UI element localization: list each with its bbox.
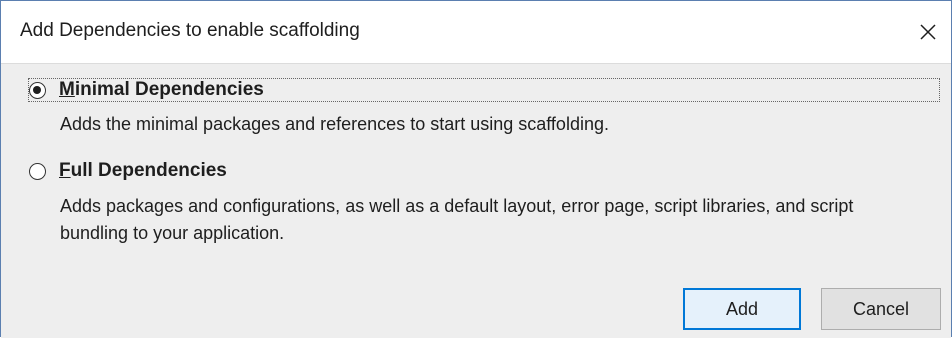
minimal-dependencies-radio[interactable]	[29, 81, 46, 99]
title-bar: Add Dependencies to enable scaffolding	[1, 1, 951, 63]
cancel-button[interactable]: Cancel	[821, 288, 941, 330]
full-dependencies-radio[interactable]	[29, 162, 46, 180]
minimal-dependencies-label[interactable]: Minimal Dependencies	[59, 79, 264, 101]
close-button[interactable]	[911, 15, 945, 49]
add-button[interactable]: Add	[683, 288, 801, 330]
dialog-body: Minimal Dependencies Adds the minimal pa…	[1, 63, 951, 338]
dialog-title: Add Dependencies to enable scaffolding	[20, 20, 360, 41]
option-full-dependencies[interactable]: Full Dependencies	[29, 159, 227, 183]
close-icon	[920, 24, 936, 40]
add-dependencies-dialog: Add Dependencies to enable scaffolding M…	[0, 0, 952, 338]
minimal-dependencies-description: Adds the minimal packages and references…	[60, 114, 609, 134]
full-dependencies-description: Adds packages and configurations, as wel…	[60, 196, 854, 243]
option-minimal-dependencies[interactable]: Minimal Dependencies	[28, 78, 940, 102]
full-dependencies-label[interactable]: Full Dependencies	[59, 160, 227, 182]
